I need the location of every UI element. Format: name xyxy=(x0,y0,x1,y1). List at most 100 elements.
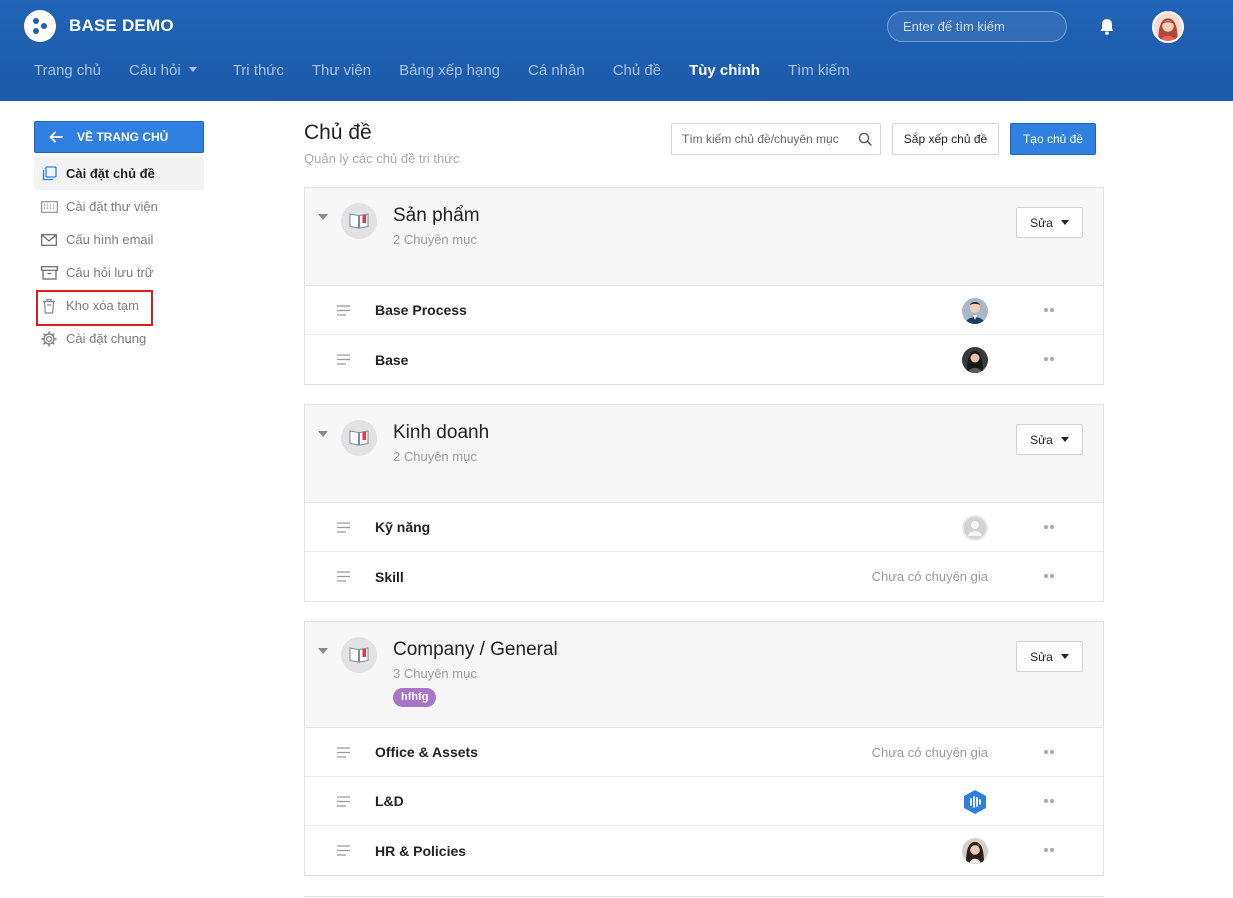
user-avatar[interactable] xyxy=(1152,11,1184,43)
more-options-icon[interactable] xyxy=(1042,306,1056,314)
back-home-label: VỀ TRANG CHỦ xyxy=(77,130,169,144)
topic-category-count: 2 Chuyên mục xyxy=(393,449,477,464)
topic-name[interactable]: Sản phẩm xyxy=(393,205,480,227)
topic-name[interactable]: Kinh doanh xyxy=(393,422,489,444)
caret-down-icon xyxy=(1060,220,1069,225)
sidebar-item-label: Cài đặt thư viện xyxy=(66,199,158,214)
nav-topics[interactable]: Chủ đề xyxy=(613,62,661,84)
book-icon xyxy=(341,420,377,456)
brand-name[interactable]: BASE DEMO xyxy=(69,16,174,36)
topic-category-count: 3 Chuyên mục xyxy=(393,666,477,681)
drag-handle-icon[interactable] xyxy=(337,796,350,807)
nav-personal[interactable]: Cá nhân xyxy=(528,62,585,84)
edit-topic-button[interactable]: Sửa xyxy=(1016,424,1083,455)
topic-search-box xyxy=(671,123,881,155)
drag-handle-icon[interactable] xyxy=(337,522,350,533)
edit-topic-button[interactable]: Sửa xyxy=(1016,641,1083,672)
sidebar-item-general-settings[interactable]: Cài đặt chung xyxy=(34,322,204,355)
sort-topics-button[interactable]: Sắp xếp chủ đề xyxy=(892,123,999,155)
sidebar-item-topic-settings[interactable]: Cài đặt chủ đề xyxy=(34,157,204,190)
logo-icon[interactable] xyxy=(24,10,56,42)
global-search-input[interactable] xyxy=(887,11,1067,42)
category-name[interactable]: Base xyxy=(375,352,408,368)
book-icon xyxy=(341,203,377,239)
topic-card: Sản phẩm 2 Chuyên mục Sửa Base Process B… xyxy=(304,187,1104,385)
category-name[interactable]: HR & Policies xyxy=(375,843,466,859)
collapse-caret-icon[interactable] xyxy=(318,431,328,437)
top-header: BASE DEMO Trang chủ Câu hỏi Tri thức Thư… xyxy=(0,0,1233,101)
bell-icon[interactable] xyxy=(1097,17,1117,37)
category-name[interactable]: Kỹ năng xyxy=(375,519,430,535)
category-row[interactable]: Base Process xyxy=(305,286,1103,335)
category-row[interactable]: Office & Assets Chưa có chuyên gia xyxy=(305,728,1103,777)
nav-questions-label: Câu hỏi xyxy=(128,62,181,79)
topic-search-input[interactable] xyxy=(672,124,852,154)
nav-leaderboard[interactable]: Bảng xếp hạng xyxy=(399,62,500,84)
edit-topic-button[interactable]: Sửa xyxy=(1016,207,1083,238)
topic-card-header: Company / General 3 Chuyên mục hfhfg Sửa xyxy=(305,622,1103,728)
nav-search[interactable]: Tìm kiếm xyxy=(788,62,850,84)
more-options-icon[interactable] xyxy=(1042,797,1056,805)
main-nav: Trang chủ Câu hỏi Tri thức Thư viện Bảng… xyxy=(34,62,878,84)
nav-home[interactable]: Trang chủ xyxy=(34,62,101,84)
topic-tag[interactable]: hfhfg xyxy=(393,688,437,707)
sidebar-item-label: Câu hỏi lưu trữ xyxy=(66,265,154,280)
nav-knowledge[interactable]: Tri thức xyxy=(233,62,284,84)
gear-icon xyxy=(40,330,58,347)
sidebar-item-label: Cài đặt chung xyxy=(66,331,147,346)
topic-card-header: Kinh doanh 2 Chuyên mục Sửa xyxy=(305,405,1103,503)
create-topic-button[interactable]: Tạo chủ đề xyxy=(1010,123,1096,155)
category-row[interactable]: HR & Policies xyxy=(305,826,1103,875)
highlight-annotation-box xyxy=(36,290,153,326)
search-icon[interactable] xyxy=(858,132,872,146)
sidebar-item-email-config[interactable]: Cấu hình email xyxy=(34,223,204,256)
nav-customize[interactable]: Tùy chỉnh xyxy=(689,62,760,84)
sidebar-item-library-settings[interactable]: Cài đặt thư viện xyxy=(34,190,204,223)
edit-label: Sửa xyxy=(1030,432,1053,447)
expert-avatar[interactable] xyxy=(962,838,988,864)
category-row[interactable]: Kỹ năng xyxy=(305,503,1103,552)
archive-icon xyxy=(40,265,58,281)
more-options-icon[interactable] xyxy=(1042,355,1056,363)
category-name[interactable]: Skill xyxy=(375,569,404,585)
expert-avatar[interactable] xyxy=(962,298,988,324)
sidebar-item-label: Cài đặt chủ đề xyxy=(66,166,155,181)
collapse-caret-icon[interactable] xyxy=(318,648,328,654)
category-name[interactable]: L&D xyxy=(375,793,404,809)
expert-avatar[interactable] xyxy=(962,347,988,373)
no-expert-label: Chưa có chuyên gia xyxy=(871,744,988,760)
more-options-icon[interactable] xyxy=(1042,846,1056,854)
collapse-caret-icon[interactable] xyxy=(318,214,328,220)
drag-handle-icon[interactable] xyxy=(337,845,350,856)
caret-down-icon xyxy=(1060,654,1069,659)
expert-avatar[interactable] xyxy=(962,789,988,815)
category-row[interactable]: L&D xyxy=(305,777,1103,826)
caret-down-icon xyxy=(1060,437,1069,442)
book-icon xyxy=(341,637,377,673)
sidebar-item-archived-questions[interactable]: Câu hỏi lưu trữ xyxy=(34,256,204,289)
drag-handle-icon[interactable] xyxy=(337,571,350,582)
topic-name[interactable]: Company / General xyxy=(393,639,558,661)
more-options-icon[interactable] xyxy=(1042,572,1056,580)
topic-card-header: Sản phẩm 2 Chuyên mục Sửa xyxy=(305,188,1103,286)
category-row[interactable]: Base xyxy=(305,335,1103,384)
more-options-icon[interactable] xyxy=(1042,748,1056,756)
page-title: Chủ đề xyxy=(304,121,372,144)
arrow-left-icon xyxy=(49,131,63,143)
category-name[interactable]: Base Process xyxy=(375,302,467,318)
drag-handle-icon[interactable] xyxy=(337,354,350,365)
category-row[interactable]: Skill Chưa có chuyên gia xyxy=(305,552,1103,601)
sidebar-item-label: Cấu hình email xyxy=(66,232,154,247)
drag-handle-icon[interactable] xyxy=(337,747,350,758)
category-name[interactable]: Office & Assets xyxy=(375,744,478,760)
drag-handle-icon[interactable] xyxy=(337,305,350,316)
more-options-icon[interactable] xyxy=(1042,523,1056,531)
expert-avatar[interactable] xyxy=(962,515,988,541)
nav-library[interactable]: Thư viện xyxy=(312,62,371,84)
topic-card: Kinh doanh 2 Chuyên mục Sửa Kỹ năng Skil… xyxy=(304,404,1104,602)
nav-questions[interactable]: Câu hỏi xyxy=(129,62,197,84)
copy-icon xyxy=(40,166,58,182)
chevron-down-icon xyxy=(188,67,197,72)
back-home-button[interactable]: VỀ TRANG CHỦ xyxy=(34,121,204,153)
no-expert-label: Chưa có chuyên gia xyxy=(871,569,988,584)
